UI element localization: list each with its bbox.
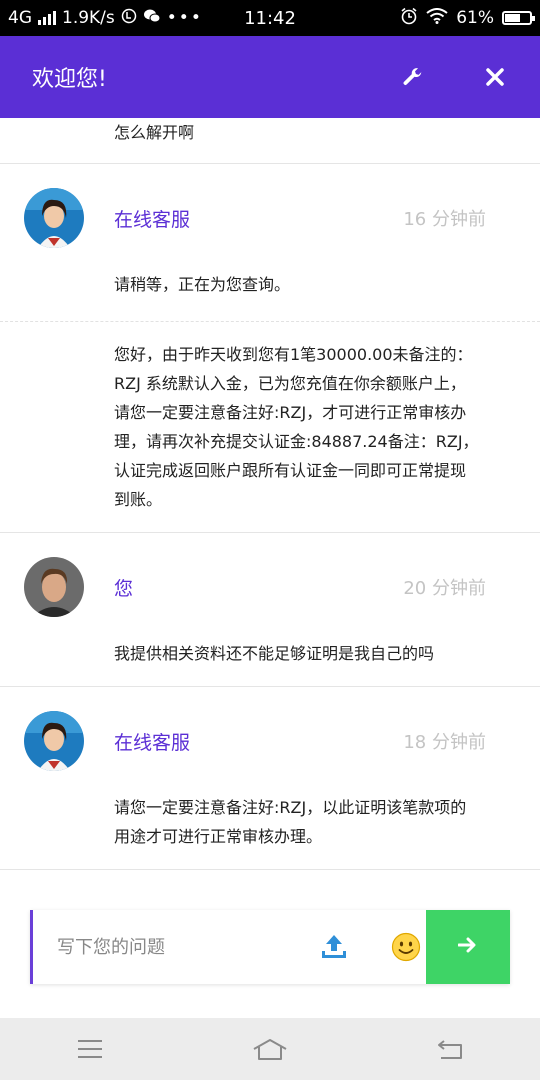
message-item: 在线客服 16 分钟前 请稍等，正在为您查询。 您好，由于昨天收到您有1笔300… <box>0 164 540 533</box>
sender-name: 您 <box>114 578 134 600</box>
upload-icon[interactable] <box>319 932 349 962</box>
network-speed: 1.9K/s <box>62 8 115 28</box>
message-snippet: 怎么解开啊 <box>0 118 540 164</box>
sender-name: 在线客服 <box>114 209 191 231</box>
arrow-right-icon <box>457 937 478 957</box>
message-text: 请您一定要注意备注好:RZJ，以此证明该笔款项的用途才可进行正常审核办理。 <box>114 798 467 846</box>
message-list[interactable]: 怎么解开啊 在线客服 16 分钟前 请稍等，正在为您查询。 您好，由于昨天收到您… <box>0 118 540 878</box>
sender-name: 在线客服 <box>114 732 191 754</box>
signal-icon <box>38 11 56 25</box>
home-icon[interactable] <box>250 1034 290 1064</box>
question-input[interactable] <box>33 926 299 968</box>
smiley-icon[interactable] <box>391 932 421 962</box>
user-avatar <box>24 557 84 617</box>
battery-icon <box>502 11 535 25</box>
message-item: 在线客服 18 分钟前 请您一定要注意备注好:RZJ，以此证明该笔款项的用途才可… <box>0 687 540 870</box>
system-nav-bar <box>0 1018 540 1080</box>
message-time: 18 分钟前 <box>403 732 486 753</box>
data-saver-icon <box>121 8 137 29</box>
close-icon[interactable] <box>482 64 508 90</box>
battery-percent: 61% <box>456 8 494 28</box>
agent-avatar <box>24 711 84 771</box>
status-bar: 4G 1.9K/s ••• 11:42 61% <box>0 0 540 36</box>
wechat-icon <box>143 8 161 29</box>
page-title: 欢迎您! <box>32 67 107 92</box>
status-right: 61% <box>332 7 535 30</box>
back-icon[interactable] <box>430 1034 470 1064</box>
message-header: 您 20 分钟前 <box>0 533 540 639</box>
network-type: 4G <box>8 8 32 28</box>
more-notifications-icon: ••• <box>166 8 203 28</box>
alarm-icon <box>400 7 418 30</box>
app-header: 欢迎您! <box>0 36 540 118</box>
message-text: 您好，由于昨天收到您有1笔30000.00未备注的：RZJ 系统默认入金，已为您… <box>114 345 479 509</box>
wifi-icon <box>426 7 448 29</box>
message-composer <box>30 910 510 984</box>
send-button[interactable] <box>426 910 510 984</box>
message-time: 16 分钟前 <box>403 209 486 230</box>
status-left: 4G 1.9K/s ••• <box>8 8 208 29</box>
wrench-icon[interactable] <box>400 64 426 90</box>
message-header: 在线客服 16 分钟前 <box>0 164 540 270</box>
message-item: 您 20 分钟前 我提供相关资料还不能足够证明是我自己的吗 <box>0 533 540 687</box>
menu-icon[interactable] <box>70 1034 110 1064</box>
clock: 11:42 <box>244 7 296 29</box>
message-text: 我提供相关资料还不能足够证明是我自己的吗 <box>114 644 435 663</box>
message-text: 请稍等，正在为您查询。 <box>0 270 540 322</box>
message-time: 20 分钟前 <box>403 578 486 599</box>
message-header: 在线客服 18 分钟前 <box>0 687 540 793</box>
agent-avatar <box>24 188 84 248</box>
